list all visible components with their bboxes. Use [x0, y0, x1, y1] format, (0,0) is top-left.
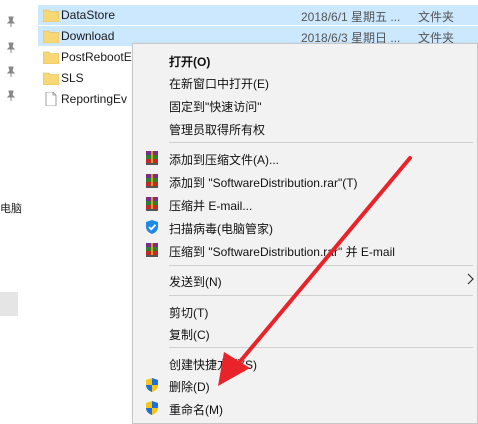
menu-item-copy[interactable]: 复制(C): [133, 322, 477, 344]
file-name: Download: [61, 29, 115, 43]
winrar-icon: [146, 174, 158, 188]
folder-icon: [43, 30, 59, 43]
menu-item-label: 添加到压缩文件(A)...: [169, 153, 279, 167]
menu-item-label: 固定到"快速访问": [169, 100, 262, 114]
folder-icon: [43, 51, 59, 64]
menu-item-open[interactable]: 打开(O): [133, 49, 477, 71]
menu-item-label: 剪切(T): [169, 306, 209, 320]
folder-icon: [43, 9, 59, 22]
menu-item-label: 删除(D): [169, 380, 210, 394]
menu-item-label: 打开(O): [169, 55, 211, 69]
chevron-right-icon: [467, 273, 474, 285]
pin-icon[interactable]: [5, 42, 17, 54]
menu-item-create-shortcut[interactable]: 创建快捷方式(S): [133, 352, 477, 374]
menu-item-open-new-window[interactable]: 在新窗口中打开(E): [133, 71, 477, 93]
file-name: ReportingEv: [61, 92, 128, 106]
nav-item-selected[interactable]: [0, 292, 18, 316]
winrar-icon: [146, 243, 158, 257]
context-menu: 打开(O) 在新窗口中打开(E) 固定到"快速访问" 管理员取得所有权 添加到压…: [132, 43, 478, 424]
file-type: 文件夹: [418, 10, 455, 24]
uac-shield-icon: [146, 401, 158, 415]
menu-item-add-to-rar[interactable]: 添加到 "SoftwareDistribution.rar"(T): [133, 170, 477, 192]
menu-item-pin-quick-access[interactable]: 固定到"快速访问": [133, 94, 477, 116]
menu-item-delete[interactable]: 删除(D): [133, 374, 477, 396]
menu-item-label: 复制(C): [169, 328, 210, 342]
menu-item-cut[interactable]: 剪切(T): [133, 300, 477, 322]
folder-icon: [43, 72, 59, 85]
file-name: PostRebootE: [61, 50, 132, 64]
menu-separator: [169, 265, 473, 266]
menu-item-take-ownership[interactable]: 管理员取得所有权: [133, 117, 477, 139]
winrar-icon: [146, 151, 158, 165]
file-row-datastore[interactable]: DataStore 2018/6/1 星期五 ... 文件夹: [38, 5, 478, 25]
pin-icon[interactable]: [5, 66, 17, 78]
menu-separator: [169, 295, 473, 296]
menu-separator: [169, 347, 473, 348]
menu-item-rename[interactable]: 重命名(M): [133, 397, 477, 419]
menu-item-virus-scan[interactable]: 扫描病毒(电脑管家): [133, 216, 477, 238]
menu-item-add-to-archive[interactable]: 添加到压缩文件(A)...: [133, 147, 477, 169]
file-name: SLS: [61, 71, 84, 85]
pin-icon[interactable]: [5, 90, 17, 102]
menu-item-label: 创建快捷方式(S): [169, 358, 257, 372]
menu-item-label: 发送到(N): [169, 275, 222, 289]
file-icon: [45, 92, 57, 106]
file-name: DataStore: [61, 8, 116, 22]
menu-item-label: 添加到 "SoftwareDistribution.rar"(T): [169, 176, 358, 190]
menu-item-label: 管理员取得所有权: [169, 123, 266, 137]
menu-item-label: 重命名(M): [169, 403, 223, 417]
navigation-pane: 电脑: [0, 0, 24, 424]
menu-item-label: 扫描病毒(电脑管家): [169, 222, 273, 236]
pin-icon[interactable]: [5, 16, 17, 28]
menu-separator: [169, 142, 473, 143]
menu-item-compress-email[interactable]: 压缩并 E-mail...: [133, 193, 477, 215]
menu-item-label: 压缩到 "SoftwareDistribution.rar" 并 E-mail: [169, 245, 395, 259]
menu-item-label: 压缩并 E-mail...: [169, 199, 253, 213]
nav-item-computer[interactable]: 电脑: [0, 200, 22, 216]
uac-shield-icon: [146, 378, 158, 392]
menu-item-send-to[interactable]: 发送到(N): [133, 269, 477, 291]
menu-item-label: 在新窗口中打开(E): [169, 77, 269, 91]
menu-item-compress-rar-email[interactable]: 压缩到 "SoftwareDistribution.rar" 并 E-mail: [133, 239, 477, 261]
winrar-icon: [146, 197, 158, 211]
file-date: 2018/6/1 星期五 ...: [301, 10, 401, 24]
shield-check-icon: [146, 220, 158, 234]
